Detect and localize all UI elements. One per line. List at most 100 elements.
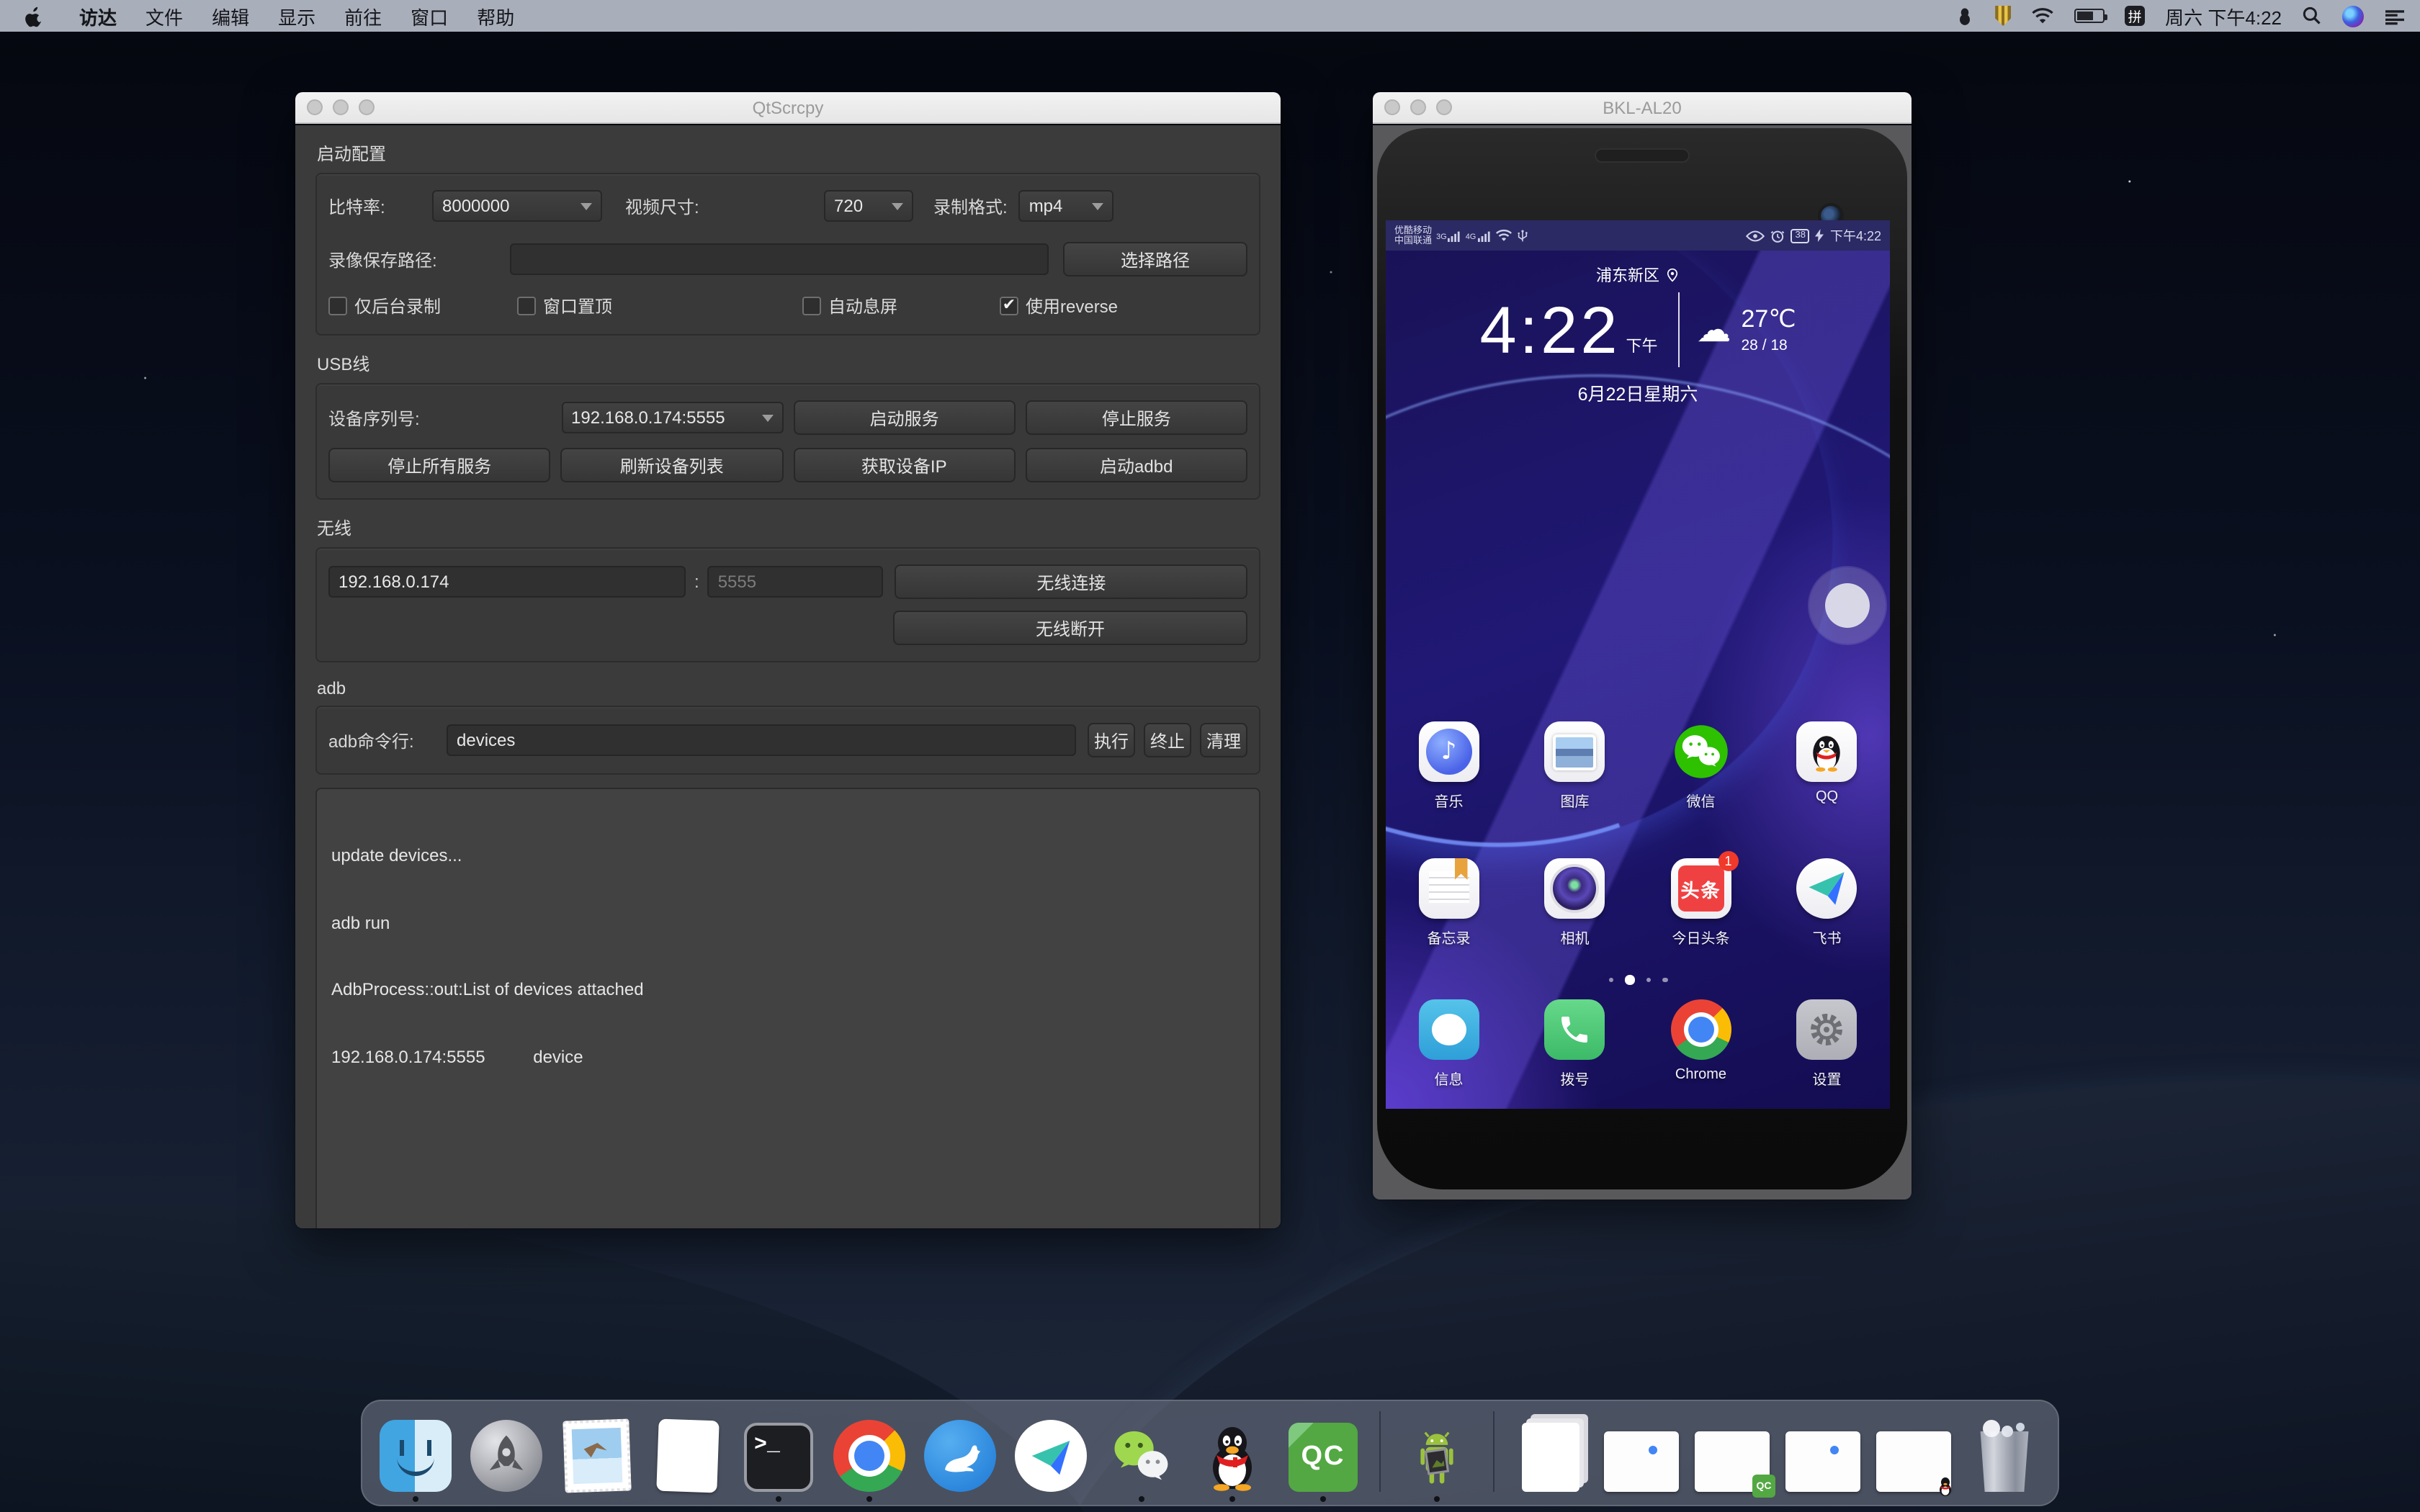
menu-finder[interactable]: 访达 (65, 2, 131, 30)
adb-cmd-input[interactable] (447, 724, 1076, 756)
menubar-clock[interactable]: 周六 下午4:22 (2165, 2, 2282, 30)
apple-menu-icon[interactable] (23, 5, 45, 27)
app-label: 飞书 (1813, 926, 1842, 948)
record-format-select[interactable]: mp4 (1019, 190, 1114, 222)
app-dialer[interactable]: 拨号 (1512, 999, 1638, 1089)
wireless-connect-button[interactable]: 无线连接 (895, 564, 1247, 599)
adb-stop-button[interactable]: 终止 (1144, 723, 1191, 757)
spotlight-search-icon[interactable] (2302, 6, 2322, 26)
dock-chrome[interactable] (832, 1417, 907, 1492)
qq-menubar-icon[interactable] (1955, 6, 1975, 26)
dock-launchpad[interactable] (469, 1417, 544, 1492)
dock-qtscrcpy-android[interactable] (1399, 1417, 1474, 1492)
app-camera[interactable]: 相机 (1512, 858, 1638, 948)
dock-minimized-window-chrome-2[interactable] (1785, 1417, 1860, 1492)
get-device-ip-button[interactable]: 获取设备IP (793, 448, 1016, 482)
serial-select[interactable]: 192.168.0.174:5555 (561, 402, 783, 433)
security-shield-icon[interactable] (1995, 6, 2011, 26)
dock-qtcreator[interactable]: QC (1286, 1417, 1361, 1492)
start-adbd-button[interactable]: 启动adbd (1026, 448, 1248, 482)
checkbox-box[interactable] (328, 297, 347, 315)
app-music[interactable]: ♪ 音乐 (1386, 721, 1512, 811)
dock-minimized-window-qq[interactable] (1876, 1417, 1951, 1492)
app-toutiao[interactable]: 头条 1 今日头条 (1638, 858, 1764, 948)
app-label: 拨号 (1561, 1067, 1590, 1089)
menu-help[interactable]: 帮助 (462, 2, 529, 30)
phone-screen[interactable]: 优酷移动 中国联通 3G 4G (1386, 220, 1890, 1109)
qtcreator-icon: QC (1289, 1423, 1358, 1492)
menu-file[interactable]: 文件 (131, 2, 197, 30)
checkbox-box[interactable]: ✔ (1000, 297, 1018, 315)
app-chrome[interactable]: Chrome (1638, 999, 1764, 1089)
refresh-device-list-button[interactable]: 刷新设备列表 (561, 448, 784, 482)
save-path-input[interactable] (510, 243, 1049, 275)
feishu-icon (1797, 858, 1857, 919)
app-gallery[interactable]: 图库 (1512, 721, 1638, 811)
start-service-button[interactable]: 启动服务 (793, 400, 1015, 435)
adb-log-output[interactable]: update devices... adb run AdbProcess::ou… (315, 788, 1260, 1228)
checkbox-screen-off[interactable]: 自动息屏 (802, 294, 1000, 318)
dock-trash[interactable] (1967, 1417, 2042, 1492)
checkbox-box[interactable] (802, 297, 821, 315)
dock-feishu[interactable] (1013, 1417, 1088, 1492)
wireless-disconnect-button[interactable]: 无线断开 (893, 611, 1247, 645)
carrier-labels: 优酷移动 中国联通 (1394, 225, 1432, 246)
phone-window-titlebar[interactable]: BKL-AL20 (1373, 92, 1912, 124)
menu-go[interactable]: 前往 (330, 2, 396, 30)
notification-badge: 1 (1718, 851, 1739, 871)
checkbox-always-on-top[interactable]: 窗口置顶 (517, 294, 802, 318)
stop-all-services-button[interactable]: 停止所有服务 (328, 448, 551, 482)
menu-edit[interactable]: 编辑 (197, 2, 264, 30)
dock-notes[interactable] (650, 1417, 725, 1492)
app-wechat[interactable]: 微信 (1638, 721, 1764, 811)
weather-block: ☁ 27℃ 28 / 18 (1697, 305, 1796, 354)
checkbox-label: 自动息屏 (828, 294, 897, 318)
camera-icon (1545, 858, 1605, 919)
app-label: 备忘录 (1428, 926, 1471, 948)
dock-documents-stack[interactable] (1513, 1417, 1588, 1492)
widget-divider (1678, 292, 1680, 367)
wireless-ip-input[interactable] (328, 566, 686, 598)
bitrate-select[interactable]: 8000000 (432, 190, 602, 222)
checkbox-box[interactable] (517, 297, 536, 315)
app-messages[interactable]: 信息 (1386, 999, 1512, 1089)
battery-icon[interactable] (2074, 9, 2105, 23)
app-feishu[interactable]: 飞书 (1764, 858, 1890, 948)
log-line: 192.168.0.174:5555 device (331, 1046, 1245, 1068)
dock-finder[interactable] (378, 1417, 453, 1492)
gallery-icon (1545, 721, 1605, 782)
wireless-port-input[interactable] (708, 566, 884, 598)
log-line: adb run (331, 912, 1245, 935)
app-notes[interactable]: 备忘录 (1386, 858, 1512, 948)
widget-time: 4:22 (1479, 295, 1620, 364)
qtscrcpy-titlebar[interactable]: QtScrcpy (295, 92, 1281, 124)
wifi-icon[interactable] (2031, 7, 2054, 24)
checkbox-use-reverse[interactable]: ✔ 使用reverse (1000, 294, 1118, 318)
dock-wechat[interactable] (1104, 1417, 1179, 1492)
window-title: QtScrcpy (295, 97, 1281, 117)
adb-run-button[interactable]: 执行 (1088, 723, 1135, 757)
siri-icon[interactable] (2342, 5, 2364, 27)
video-size-label: 视频尺寸: (625, 194, 717, 218)
status-time: 下午4:22 (1830, 226, 1881, 245)
assistive-touch-ball[interactable] (1825, 583, 1870, 628)
menu-view[interactable]: 显示 (264, 2, 330, 30)
checkbox-background-record[interactable]: 仅后台录制 (328, 294, 517, 318)
dock-qq[interactable] (1195, 1417, 1270, 1492)
menu-window[interactable]: 窗口 (396, 2, 462, 30)
video-size-select[interactable]: 720 (824, 190, 913, 222)
dock-terminal[interactable]: >_ (741, 1417, 816, 1492)
dock-minimized-window-qtcreator[interactable]: QC (1695, 1417, 1770, 1492)
clock-weather-widget[interactable]: 浦东新区 4:22 下午 ☁ 27℃ 28 / 18 (1386, 264, 1890, 406)
stop-service-button[interactable]: 停止服务 (1026, 400, 1247, 435)
app-label: 音乐 (1435, 789, 1464, 811)
dock-minimized-window-chrome-1[interactable] (1604, 1417, 1679, 1492)
input-method-icon[interactable]: 拼 (2125, 6, 2145, 26)
app-qq[interactable]: QQ (1764, 721, 1890, 811)
app-settings[interactable]: 设置 (1764, 999, 1890, 1089)
notification-center-icon[interactable] (2384, 6, 2406, 25)
dock-mail[interactable] (560, 1417, 635, 1492)
dock-sealion-app[interactable] (923, 1417, 998, 1492)
choose-path-button[interactable]: 选择路径 (1063, 242, 1247, 276)
adb-clear-button[interactable]: 清理 (1200, 723, 1247, 757)
